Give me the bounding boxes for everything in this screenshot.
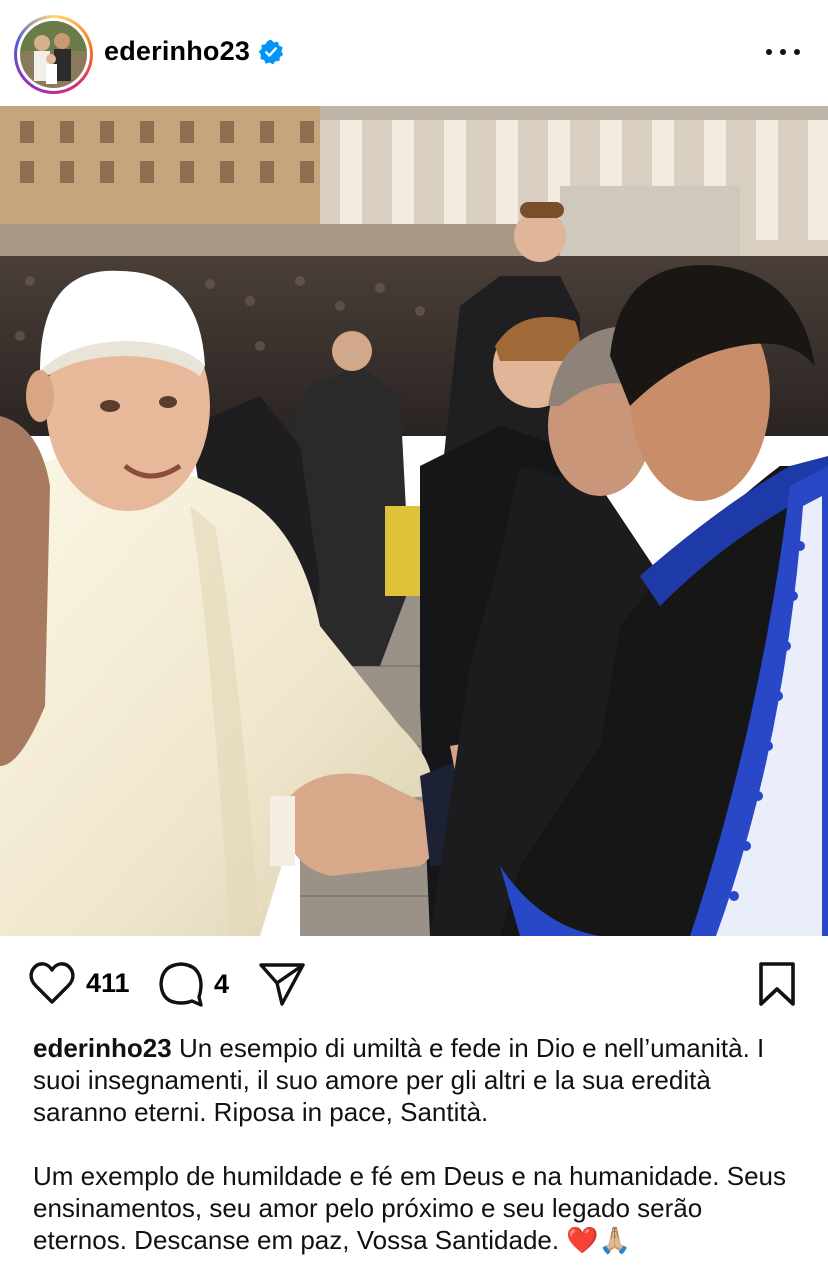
- more-options-icon[interactable]: [766, 40, 800, 64]
- like-group: 411: [28, 961, 130, 1005]
- post-caption: ederinho23 Un esempio di umiltà e fede i…: [33, 1032, 803, 1256]
- comment-group: 4: [158, 961, 229, 1007]
- post-actions: 411 4: [0, 936, 828, 1032]
- caption-italian: ederinho23 Un esempio di umiltà e fede i…: [33, 1032, 803, 1128]
- story-ring[interactable]: [14, 15, 93, 94]
- post-username[interactable]: ederinho23: [104, 36, 250, 67]
- verified-badge-icon: [258, 39, 284, 64]
- save-group: [758, 962, 796, 1006]
- share-group: [258, 961, 306, 1007]
- comment-count[interactable]: 4: [214, 969, 229, 1000]
- post-image[interactable]: [0, 106, 828, 936]
- bookmark-icon[interactable]: [758, 962, 796, 1006]
- paper-plane-icon[interactable]: [258, 961, 306, 1007]
- caption-emoji: ❤️🙏🏼: [566, 1225, 632, 1255]
- avatar-border: [17, 18, 90, 91]
- caption-text-pt: Um exemplo de humildade e fé em Deus e n…: [33, 1161, 786, 1255]
- post-header: ederinho23: [0, 0, 828, 106]
- comment-bubble-icon[interactable]: [158, 961, 204, 1007]
- like-count[interactable]: 411: [86, 968, 130, 999]
- heart-icon[interactable]: [28, 961, 76, 1005]
- username-row: ederinho23: [104, 36, 284, 67]
- photo-illustration: [0, 106, 828, 936]
- avatar[interactable]: [20, 21, 87, 88]
- caption-portuguese: Um exemplo de humildade e fé em Deus e n…: [33, 1160, 803, 1256]
- caption-username[interactable]: ederinho23: [33, 1033, 172, 1063]
